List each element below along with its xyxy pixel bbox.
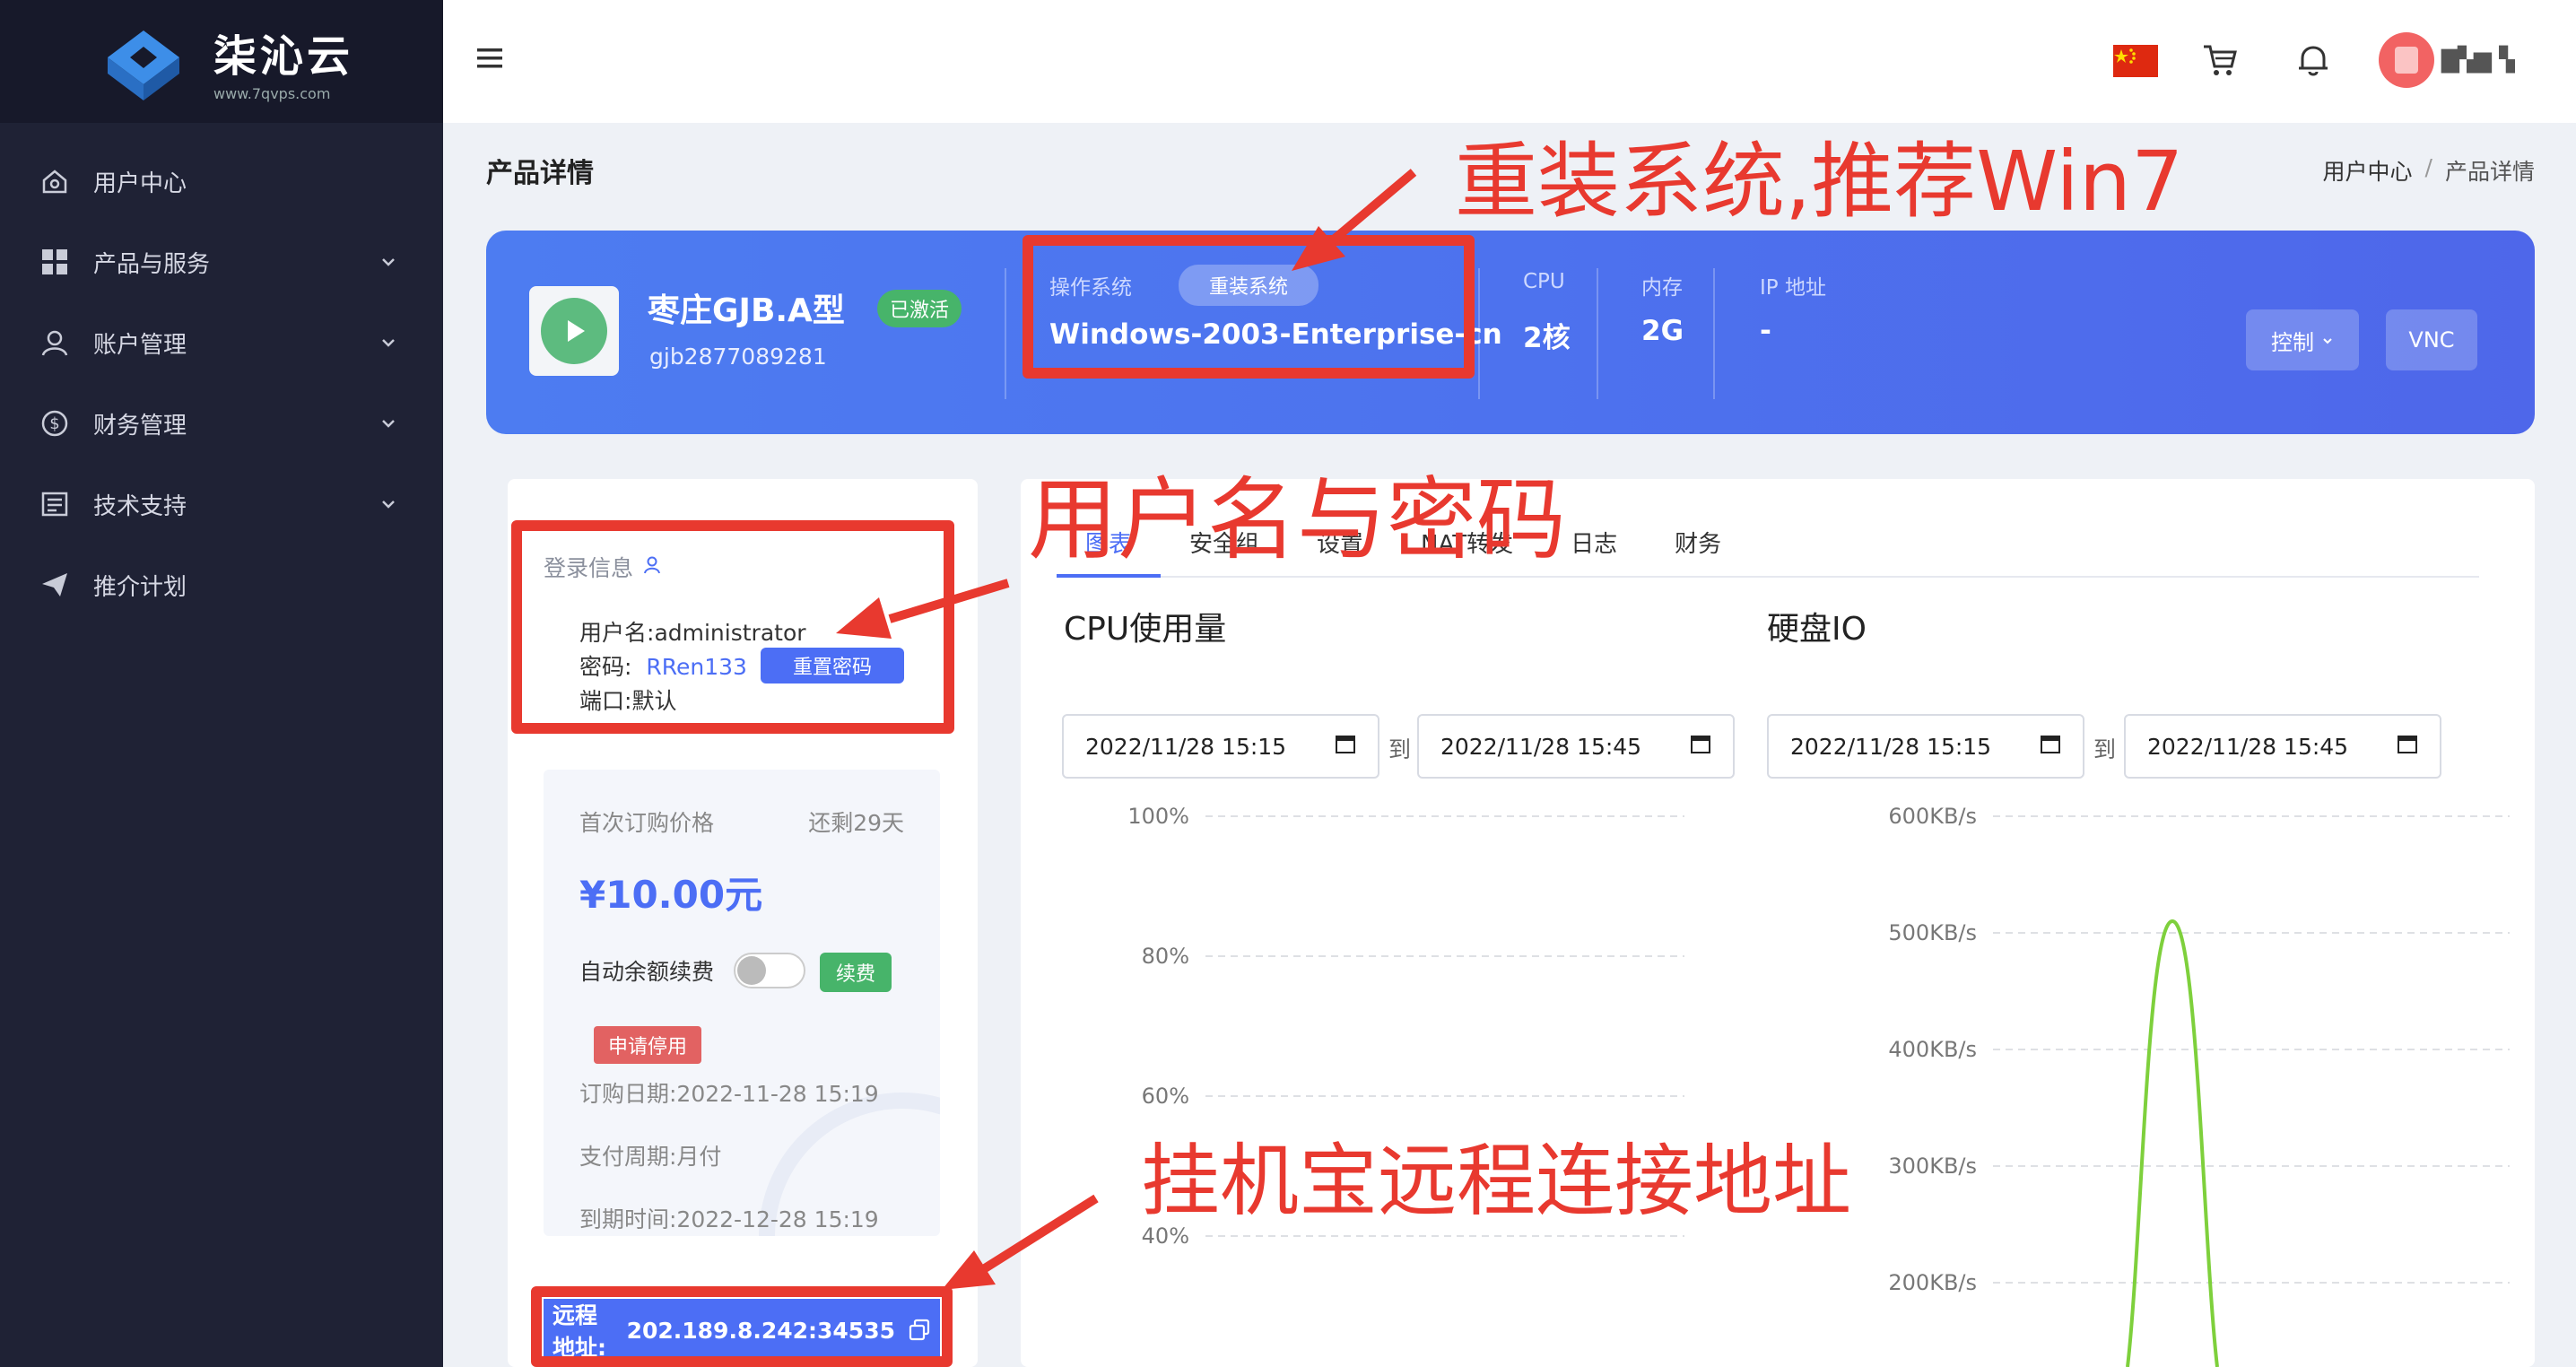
annotation-arrows bbox=[836, 169, 1417, 1290]
arrow-icon bbox=[836, 169, 1417, 1290]
